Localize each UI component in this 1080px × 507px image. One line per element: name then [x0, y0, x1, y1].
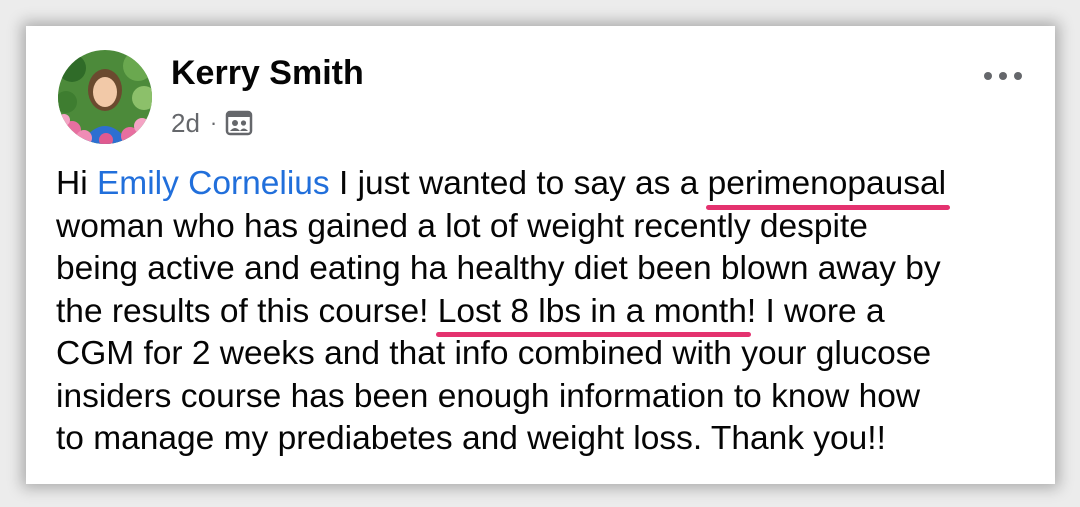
meta-separator: ·	[209, 110, 218, 135]
underlined-highlight: perimenopausal	[705, 163, 951, 209]
post-line: being active and eating ha healthy diet …	[56, 250, 941, 287]
post-line: insiders course has been enough informat…	[56, 377, 921, 415]
post-card: Kerry Smith 2d · Hi Emily Cornelius I ju…	[26, 26, 1055, 484]
avatar-photo	[58, 50, 152, 144]
post-line: woman who has gained a lot of weight rec…	[56, 207, 868, 245]
underlined-highlight: Lost 8 lbs in a month	[435, 291, 751, 337]
mention-link[interactable]: Emily Cornelius	[97, 165, 330, 202]
post-line: Hi Emily Cornelius I just wanted to say …	[56, 163, 1041, 209]
more-options-button[interactable]	[981, 66, 1025, 86]
post-line: to manage my prediabetes and weight loss…	[56, 420, 886, 457]
text-segment: Hi	[56, 165, 97, 202]
friends-audience-icon[interactable]	[225, 110, 253, 136]
more-options-icon	[984, 72, 1022, 80]
text-segment: I just wanted to say as a	[329, 165, 708, 202]
post-age[interactable]: 2d	[171, 108, 200, 139]
text-segment: the results of this course!	[56, 292, 438, 330]
post-line: the results of this course! Lost 8 lbs i…	[56, 291, 1041, 337]
text-segment: ! I wore a	[746, 292, 885, 330]
avatar[interactable]	[58, 50, 152, 144]
author-name[interactable]: Kerry Smith	[171, 54, 364, 93]
post-line: CGM for 2 weeks and that info combined w…	[56, 335, 932, 372]
post-text: Hi Emily Cornelius I just wanted to say …	[56, 163, 1041, 461]
post-meta: 2d ·	[171, 106, 253, 140]
